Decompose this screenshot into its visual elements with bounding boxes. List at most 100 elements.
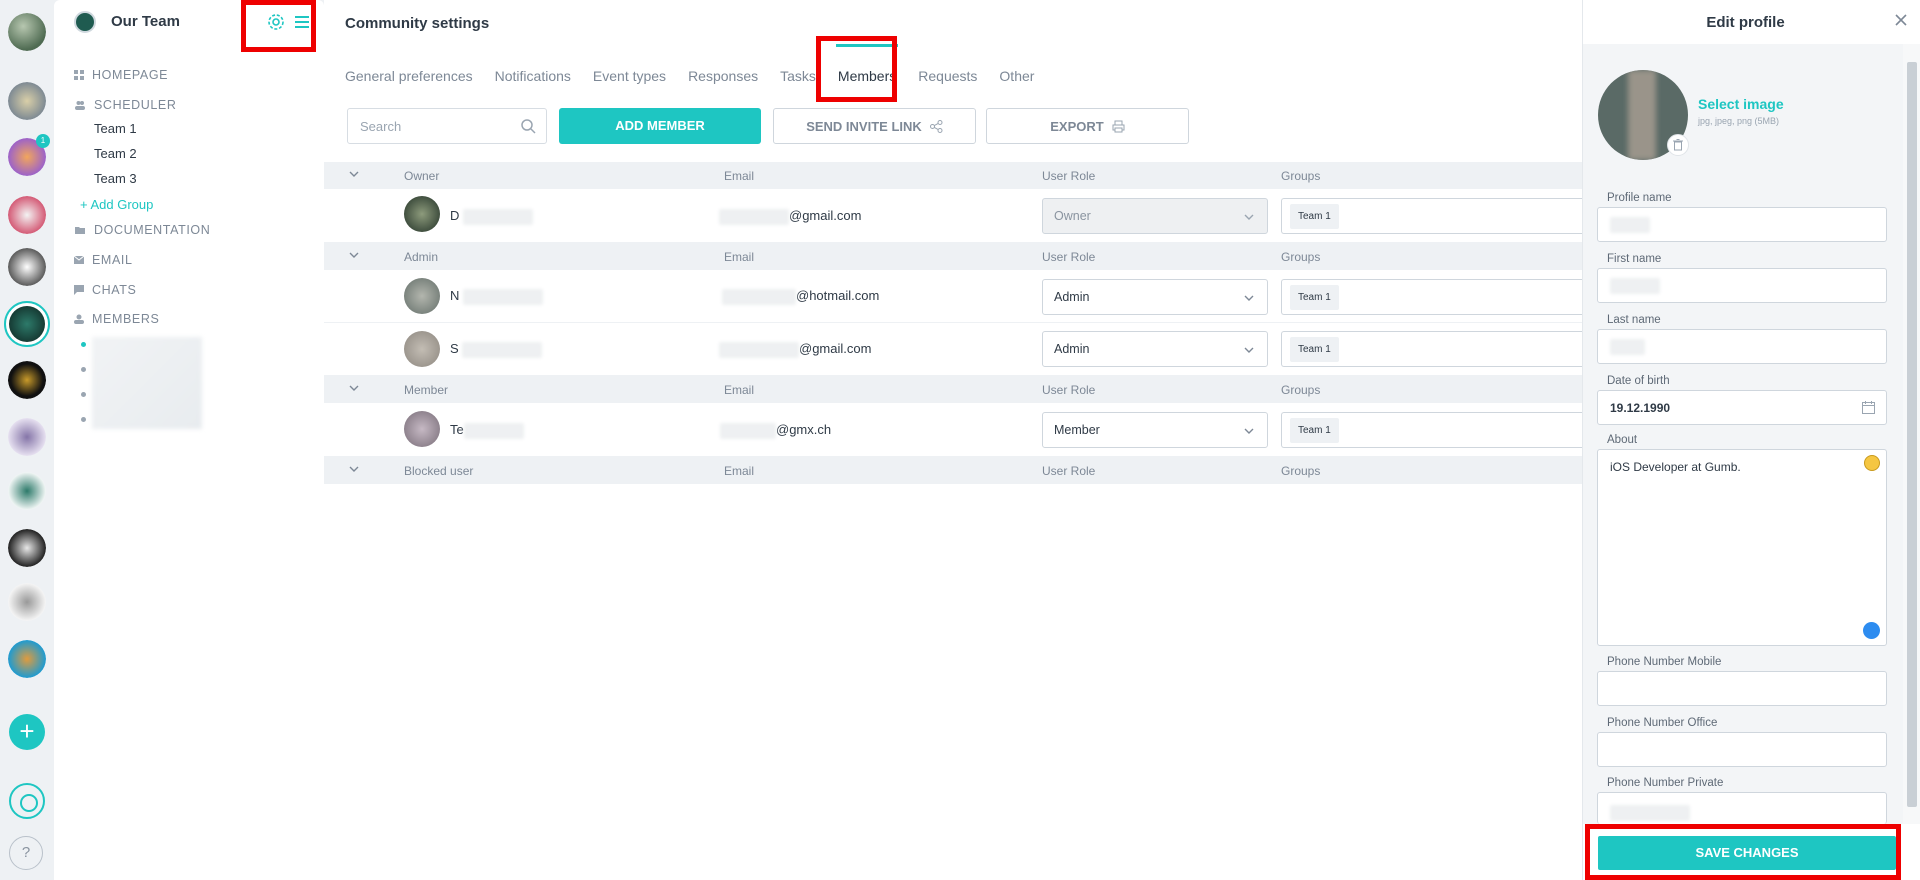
community-avatar-1[interactable]: [8, 13, 46, 51]
community-avatar-11[interactable]: [8, 583, 46, 621]
sidebar-item-label: HOMEPAGE: [92, 68, 169, 82]
group-header-blocked-user[interactable]: Blocked user Email User Role Groups: [324, 457, 1582, 484]
group-header-member[interactable]: Member Email User Role Groups: [324, 376, 1582, 403]
chevron-down-icon: [1244, 295, 1254, 301]
last-name-field[interactable]: [1597, 329, 1887, 364]
member-email: @hotmail.com: [722, 288, 879, 305]
export-label: EXPORT: [1050, 118, 1104, 134]
community-avatar-4[interactable]: [8, 196, 46, 234]
user-role-select[interactable]: Admin: [1042, 331, 1268, 367]
emoji-icon[interactable]: [1864, 455, 1880, 471]
groups-field[interactable]: Team 1: [1281, 198, 1582, 234]
calendar-icon[interactable]: [1861, 400, 1876, 415]
tab-requests[interactable]: Requests: [918, 68, 977, 84]
column-email: Email: [724, 383, 755, 397]
tab-other[interactable]: Other: [999, 68, 1034, 84]
group-header-admin[interactable]: Admin Email User Role Groups: [324, 243, 1582, 270]
community-settings: Community settings General preferences N…: [324, 0, 1582, 880]
groups-field[interactable]: Team 1: [1281, 331, 1582, 367]
column-groups: Groups: [1281, 383, 1321, 397]
community-avatar-9[interactable]: [8, 472, 46, 510]
user-role-value: Member: [1054, 423, 1100, 437]
chevron-down-icon[interactable]: [348, 382, 360, 394]
user-role-select[interactable]: Admin: [1042, 279, 1268, 315]
tab-notifications[interactable]: Notifications: [495, 68, 571, 84]
profile-name-field[interactable]: [1597, 207, 1887, 242]
select-image-link[interactable]: Select image: [1698, 96, 1784, 112]
dob-value: 19.12.1990: [1610, 401, 1671, 415]
sidebar-item-email[interactable]: EMAIL: [74, 253, 133, 267]
scrollbar[interactable]: [1903, 44, 1920, 824]
group-chip: Team 1: [1290, 285, 1339, 310]
tab-event-types[interactable]: Event types: [593, 68, 666, 84]
community-avatar-our-team[interactable]: [4, 301, 50, 347]
chevron-down-icon[interactable]: [348, 463, 360, 475]
table-row[interactable]: D @gmail.com Owner Team 1: [324, 189, 1582, 243]
table-row[interactable]: Te @gmx.ch Member Team 1: [324, 403, 1582, 457]
search-icon: [521, 119, 536, 134]
email-suffix: @gmx.ch: [776, 422, 832, 437]
save-changes-button[interactable]: SAVE CHANGES: [1598, 836, 1896, 870]
sidebar-team-2[interactable]: Team 2: [94, 146, 137, 161]
gear-icon[interactable]: [266, 12, 286, 32]
community-avatar-12[interactable]: [8, 640, 46, 678]
community-avatar-2[interactable]: [8, 82, 46, 120]
search-input[interactable]: Search: [347, 108, 547, 144]
sidebar-team-3[interactable]: Team 3: [94, 171, 137, 186]
table-row[interactable]: S @gmail.com Admin Team 1: [324, 323, 1582, 376]
add-group-link[interactable]: + Add Group: [80, 197, 153, 212]
sidebar-item-documentation[interactable]: DOCUMENTATION: [74, 223, 210, 237]
column-email: Email: [724, 464, 755, 478]
add-member-button[interactable]: ADD MEMBER: [559, 108, 761, 144]
phone-mobile-field[interactable]: [1597, 671, 1887, 706]
user-role-value: Admin: [1054, 342, 1090, 356]
table-row[interactable]: N @hotmail.com Admin Team 1: [324, 270, 1582, 323]
column-user-role: User Role: [1042, 383, 1096, 397]
member-dot: [81, 367, 86, 372]
about-textarea[interactable]: iOS Developer at Gumb.: [1597, 449, 1887, 646]
export-button[interactable]: EXPORT: [986, 108, 1189, 144]
sidebar-item-scheduler[interactable]: SCHEDULER: [74, 98, 177, 112]
group-name: Admin: [404, 250, 439, 264]
about-value: iOS Developer at Gumb.: [1610, 460, 1741, 474]
search-placeholder: Search: [360, 119, 402, 134]
sidebar-item-members[interactable]: MEMBERS: [74, 312, 159, 326]
help-button[interactable]: ?: [9, 836, 43, 870]
sidebar-item-label: MEMBERS: [92, 312, 160, 326]
tab-general-preferences[interactable]: General preferences: [345, 68, 473, 84]
sidebar-item-chats[interactable]: CHATS: [74, 283, 136, 297]
target-icon[interactable]: [9, 783, 45, 819]
sidebar-team-1[interactable]: Team 1: [94, 121, 137, 136]
tab-members[interactable]: Members: [835, 44, 899, 84]
phone-office-field[interactable]: [1597, 732, 1887, 767]
date-of-birth-field[interactable]: 19.12.1990: [1597, 390, 1887, 425]
folder-icon: [75, 227, 85, 234]
groups-field[interactable]: Team 1: [1281, 412, 1582, 448]
column-groups: Groups: [1281, 464, 1321, 478]
tab-tasks[interactable]: Tasks: [780, 68, 816, 84]
trash-icon[interactable]: [1667, 134, 1689, 156]
member-dot: [81, 342, 86, 347]
sidebar-item-homepage[interactable]: HOMEPAGE: [74, 68, 168, 82]
group-name: Owner: [404, 169, 440, 183]
send-invite-link-button[interactable]: SEND INVITE LINK: [773, 108, 976, 144]
sidebar-item-label: CHATS: [92, 283, 137, 297]
tab-responses[interactable]: Responses: [688, 68, 758, 84]
chevron-down-icon[interactable]: [348, 168, 360, 180]
sidebar-item-label: SCHEDULER: [94, 98, 177, 112]
menu-icon[interactable]: [292, 12, 312, 32]
close-icon[interactable]: [1893, 12, 1909, 28]
add-community-button[interactable]: +: [9, 714, 45, 750]
group-header-owner[interactable]: Owner Email User Role Groups: [324, 162, 1582, 189]
user-role-select[interactable]: Member: [1042, 412, 1268, 448]
chevron-down-icon[interactable]: [348, 249, 360, 261]
groups-field[interactable]: Team 1: [1281, 279, 1582, 315]
community-avatar-8[interactable]: [8, 418, 46, 456]
group-chip: Team 1: [1290, 418, 1339, 443]
name-prefix: D: [450, 208, 460, 223]
phone-private-field[interactable]: [1597, 792, 1887, 824]
community-avatar-10[interactable]: [8, 529, 46, 567]
first-name-field[interactable]: [1597, 268, 1887, 303]
community-avatar-7[interactable]: [8, 361, 46, 399]
community-avatar-5[interactable]: [8, 248, 46, 286]
